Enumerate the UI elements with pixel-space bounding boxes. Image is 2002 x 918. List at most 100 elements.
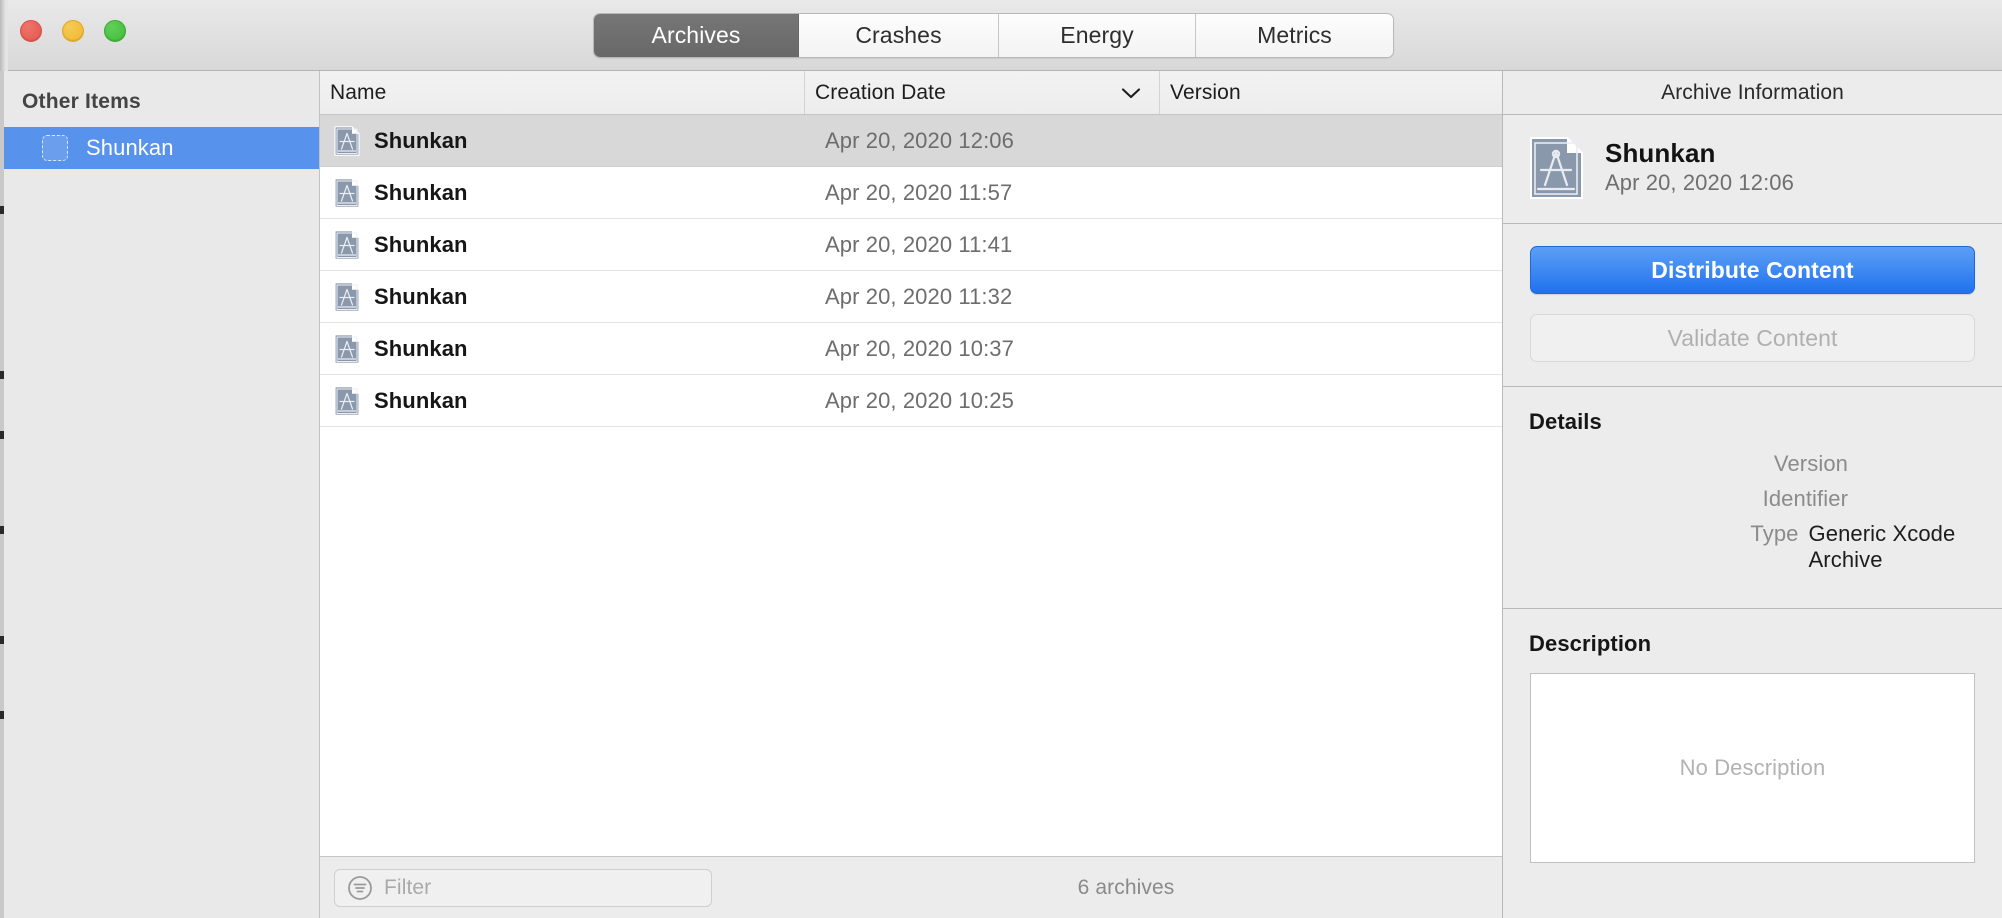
organizer-tab-bar: Archives Crashes Energy Metrics (593, 13, 1394, 58)
table-footer-bar: Filter 6 archives (320, 856, 1502, 918)
window-edge-mark (0, 206, 4, 214)
xcode-archive-document-icon (1530, 137, 1583, 199)
zoom-button-icon[interactable] (104, 20, 126, 42)
cell-creation-date: Apr 20, 2020 10:37 (825, 335, 1014, 361)
cell-name: Shunkan (320, 385, 805, 416)
table-row[interactable]: Shunkan Apr 20, 2020 11:41 (320, 219, 1502, 271)
xcode-archive-document-icon (334, 229, 360, 260)
table-row[interactable]: Shunkan Apr 20, 2020 11:57 (320, 167, 1502, 219)
details-rows: Version Identifier Type Generic Xcode Archi… (1503, 451, 2002, 573)
tab-archives[interactable]: Archives (594, 14, 799, 57)
window-edge-mark (0, 431, 4, 439)
description-section-title: Description (1529, 631, 1652, 656)
details-section-title: Details (1529, 409, 1602, 434)
xcode-archive-document-icon (334, 281, 360, 312)
validate-content-label: Validate Content (1667, 324, 1838, 351)
validate-content-button: Validate Content (1530, 314, 1975, 362)
inspector-archive-date: Apr 20, 2020 12:06 (1605, 170, 1794, 196)
table-header-row: Name Creation Date Version (320, 71, 1502, 115)
window-edge-mark (0, 636, 4, 644)
filter-circle-icon (348, 876, 372, 900)
cell-name: Shunkan (320, 177, 805, 208)
cell-creation-date: Apr 20, 2020 12:06 (825, 127, 1014, 153)
minimize-button-icon[interactable] (62, 20, 84, 42)
inspector-actions-section: Distribute Content Validate Content (1503, 224, 2002, 387)
cell-name: Shunkan (320, 229, 805, 260)
filter-placeholder-text: Filter (384, 876, 432, 899)
distribute-content-button[interactable]: Distribute Content (1530, 246, 1975, 294)
cell-name-label: Shunkan (374, 387, 468, 413)
sidebar: Other Items Shunkan (0, 71, 320, 918)
sidebar-item-shunkan[interactable]: Shunkan (0, 127, 319, 169)
column-header-creation-date-label: Creation Date (815, 80, 946, 104)
cell-name-label: Shunkan (374, 335, 468, 361)
distribute-content-label: Distribute Content (1651, 256, 1854, 283)
window-edge-mark (0, 371, 4, 379)
inspector-details-section: Details Version Identifier Type Generic Xco… (1503, 387, 2002, 609)
cell-name-label: Shunkan (374, 127, 468, 153)
tab-energy[interactable]: Energy (999, 14, 1196, 57)
window-edge-mark (0, 526, 4, 534)
sidebar-left-edge (0, 71, 4, 918)
column-header-name[interactable]: Name (320, 71, 805, 114)
app-placeholder-icon (42, 135, 68, 161)
column-header-version-label: Version (1170, 80, 1241, 104)
inspector-identity-section: Shunkan Apr 20, 2020 12:06 (1503, 115, 2002, 224)
cell-name: Shunkan (320, 333, 805, 364)
filter-input[interactable]: Filter (334, 869, 712, 907)
detail-row: Identifier (1503, 486, 2002, 512)
archive-information-inspector: Archive Information Shunkan Apr 20, 2020… (1503, 71, 2002, 918)
sidebar-item-label: Shunkan (86, 135, 174, 160)
cell-name-label: Shunkan (374, 283, 468, 309)
close-button-icon[interactable] (20, 20, 42, 42)
inspector-identity-text: Shunkan Apr 20, 2020 12:06 (1605, 138, 1794, 197)
window-body: Other Items Shunkan Name Creation Date V… (0, 71, 2002, 918)
table-row[interactable]: Shunkan Apr 20, 2020 11:32 (320, 271, 1502, 323)
xcode-archive-document-icon (334, 333, 360, 364)
tab-crashes[interactable]: Crashes (799, 14, 999, 57)
detail-row: Version (1503, 451, 2002, 477)
cell-creation-date: Apr 20, 2020 11:57 (825, 179, 1013, 205)
detail-label: Type (1750, 521, 1799, 546)
window-titlebar: Archives Crashes Energy Metrics (0, 0, 2002, 71)
chevron-down-icon (1121, 87, 1141, 98)
table-row[interactable]: Shunkan Apr 20, 2020 10:37 (320, 323, 1502, 375)
table-row[interactable]: Shunkan Apr 20, 2020 10:25 (320, 375, 1502, 427)
tab-metrics[interactable]: Metrics (1196, 14, 1393, 57)
xcode-organizer-window: Archives Crashes Energy Metrics Other It… (0, 0, 2002, 918)
detail-label: Version (1773, 451, 1848, 476)
cell-name-label: Shunkan (374, 179, 468, 205)
description-empty-text: No Description (1679, 755, 1826, 780)
inspector-description-section: Description No Description (1503, 609, 2002, 863)
detail-label: Identifier (1762, 486, 1848, 511)
cell-creation-date: Apr 20, 2020 11:41 (825, 231, 1013, 257)
cell-creation-date: Apr 20, 2020 10:25 (825, 387, 1014, 413)
column-header-version[interactable]: Version (1160, 71, 1502, 114)
archive-count-status: 6 archives (1077, 875, 1175, 899)
inspector-archive-name: Shunkan (1605, 138, 1716, 169)
tab-crashes-label: Crashes (855, 22, 942, 48)
xcode-archive-document-icon (334, 385, 360, 416)
inspector-title: Archive Information (1503, 71, 2002, 115)
cell-name: Shunkan (320, 281, 805, 312)
xcode-archive-document-icon (334, 125, 360, 156)
column-header-creation-date[interactable]: Creation Date (805, 71, 1160, 114)
detail-row: Type Generic Xcode Archive (1503, 521, 2002, 573)
detail-value: Generic Xcode Archive (1808, 521, 1956, 572)
cell-name-label: Shunkan (374, 231, 468, 257)
tab-archives-label: Archives (651, 22, 741, 48)
column-header-name-label: Name (330, 80, 387, 104)
xcode-archive-document-icon (334, 177, 360, 208)
archives-list[interactable]: Shunkan Apr 20, 2020 12:06 Shunkan Apr 20, … (320, 115, 1502, 856)
table-row[interactable]: Shunkan Apr 20, 2020 12:06 (320, 115, 1502, 167)
tab-metrics-label: Metrics (1257, 22, 1332, 48)
window-controls (20, 20, 126, 42)
cell-creation-date: Apr 20, 2020 11:32 (825, 283, 1013, 309)
cell-name: Shunkan (320, 125, 805, 156)
window-left-edge (0, 0, 8, 71)
tab-energy-label: Energy (1060, 22, 1134, 48)
archives-table-pane: Name Creation Date Version Shunkan Apr 20… (320, 71, 1503, 918)
description-textarea[interactable]: No Description (1530, 673, 1975, 863)
window-edge-mark (0, 711, 4, 719)
sidebar-section-header: Other Items (22, 90, 141, 113)
